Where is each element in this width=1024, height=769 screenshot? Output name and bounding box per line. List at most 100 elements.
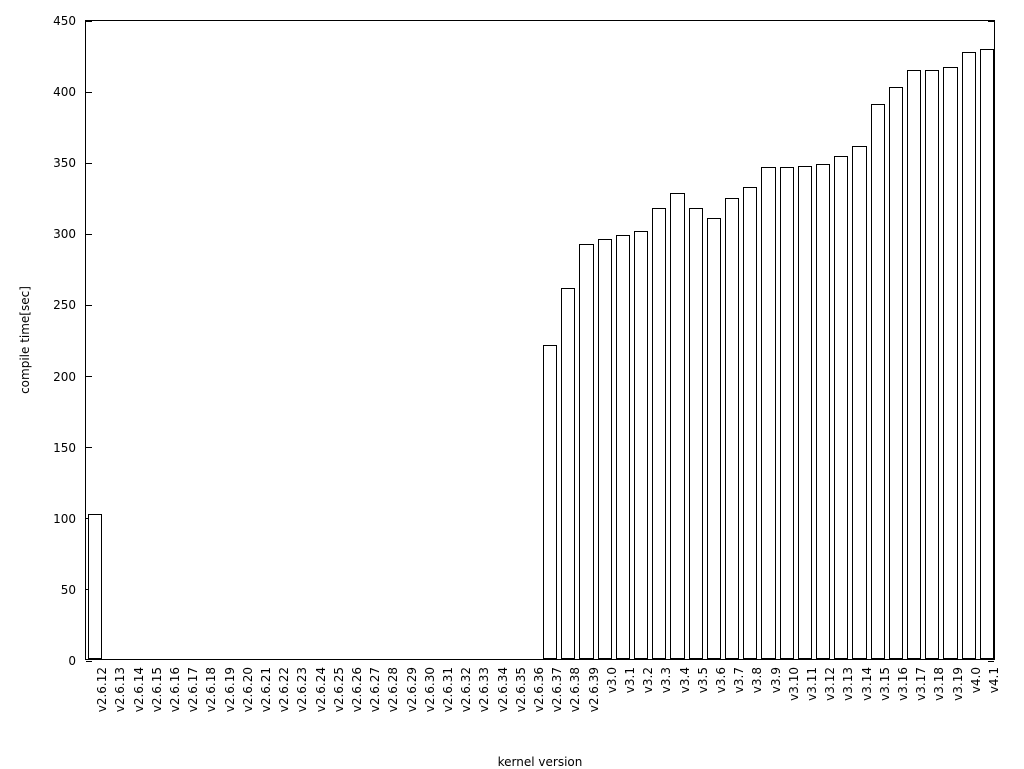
x-tick-label: v3.18 (932, 667, 946, 701)
x-tick-label: v2.6.23 (295, 667, 309, 712)
x-tick-label: v2.6.12 (95, 667, 109, 712)
x-tick-label: v2.6.29 (405, 667, 419, 712)
y-tick-label: 100 (53, 512, 86, 526)
bar (889, 87, 903, 659)
x-tick-label: v2.6.33 (477, 667, 491, 712)
y-tick-label: 150 (53, 441, 86, 455)
bar (616, 235, 630, 659)
bar (652, 208, 666, 659)
bar (561, 288, 575, 659)
x-tick-label: v3.9 (769, 667, 783, 693)
x-tick-label: v3.14 (860, 667, 874, 701)
bar (816, 164, 830, 659)
x-tick-label: v2.6.28 (386, 667, 400, 712)
y-axis-title: compile time[sec] (18, 286, 32, 394)
x-tick-label: v2.6.35 (514, 667, 528, 712)
y-tick-label: 350 (53, 156, 86, 170)
bar (852, 146, 866, 659)
x-axis-title: kernel version (498, 755, 583, 769)
x-tick-label: v2.6.34 (496, 667, 510, 712)
bar (780, 167, 794, 659)
y-tick-label: 300 (53, 227, 86, 241)
x-tick-label: v2.6.27 (368, 667, 382, 712)
x-tick-label: v3.7 (732, 667, 746, 693)
y-tick-mark (86, 376, 92, 377)
bar (798, 166, 812, 660)
y-tick-mark (86, 447, 92, 448)
bar (871, 104, 885, 659)
x-tick-label: v2.6.20 (241, 667, 255, 712)
bar (725, 198, 739, 659)
x-tick-label: v2.6.39 (587, 667, 601, 712)
x-tick-label: v2.6.30 (423, 667, 437, 712)
bar (743, 187, 757, 659)
x-tick-label: v2.6.13 (113, 667, 127, 712)
x-tick-label: v2.6.36 (532, 667, 546, 712)
x-tick-label: v3.8 (750, 667, 764, 693)
x-tick-label: v2.6.22 (277, 667, 291, 712)
figure: 0 50 100 150 200 250 300 350 400 450 v2.6.12 v2.6.1… (0, 0, 1024, 768)
bar (980, 49, 994, 659)
y-tick-mark (988, 21, 994, 22)
x-tick-label: v2.6.25 (332, 667, 346, 712)
x-tick-label: v3.4 (678, 667, 692, 693)
x-tick-label: v2.6.15 (150, 667, 164, 712)
y-tick-label: 250 (53, 298, 86, 312)
plot-area: 050100150200250300350400450v2.6.12v2.6.1… (85, 20, 995, 660)
y-tick-label: 200 (53, 370, 86, 384)
bar (543, 345, 557, 659)
x-tick-label: v3.13 (841, 667, 855, 701)
x-tick-label: v3.6 (714, 667, 728, 693)
y-tick-label: 450 (53, 14, 86, 28)
y-tick-label: 400 (53, 85, 86, 99)
x-tick-label: v3.5 (696, 667, 710, 693)
bar (943, 67, 957, 659)
y-tick-mark (86, 92, 92, 93)
y-tick-label: 0 (68, 654, 86, 668)
bar (634, 231, 648, 659)
x-tick-label: v3.16 (896, 667, 910, 701)
x-tick-label: v2.6.31 (441, 667, 455, 712)
y-tick-mark (988, 661, 994, 662)
x-tick-label: v3.17 (914, 667, 928, 701)
x-tick-label: v2.6.37 (550, 667, 564, 712)
bar (962, 52, 976, 659)
bar (707, 218, 721, 659)
x-tick-label: v3.15 (878, 667, 892, 701)
bar (598, 239, 612, 659)
x-tick-label: v2.6.26 (350, 667, 364, 712)
y-tick-mark (86, 21, 92, 22)
x-tick-label: v3.19 (951, 667, 965, 701)
bar (925, 70, 939, 659)
x-tick-label: v4.1 (987, 667, 1001, 693)
x-tick-label: v2.6.21 (259, 667, 273, 712)
x-tick-label: v3.2 (641, 667, 655, 693)
x-tick-label: v2.6.14 (132, 667, 146, 712)
x-tick-label: v3.10 (787, 667, 801, 701)
x-tick-label: v2.6.18 (204, 667, 218, 712)
bar (834, 156, 848, 659)
y-tick-mark (86, 305, 92, 306)
x-tick-label: v3.12 (823, 667, 837, 701)
bar (670, 193, 684, 659)
x-tick-label: v2.6.24 (314, 667, 328, 712)
bar (907, 70, 921, 659)
x-tick-label: v3.3 (659, 667, 673, 693)
bar (689, 208, 703, 659)
x-tick-label: v2.6.32 (459, 667, 473, 712)
x-tick-label: v3.0 (605, 667, 619, 693)
bar (88, 514, 102, 659)
x-tick-label: v2.6.16 (168, 667, 182, 712)
x-tick-label: v3.1 (623, 667, 637, 693)
x-tick-label: v2.6.17 (186, 667, 200, 712)
y-tick-mark (86, 661, 92, 662)
bar (761, 167, 775, 659)
y-tick-mark (86, 163, 92, 164)
y-tick-label: 50 (61, 583, 86, 597)
x-tick-label: v2.6.19 (223, 667, 237, 712)
x-tick-label: v4.0 (969, 667, 983, 693)
x-tick-label: v3.11 (805, 667, 819, 701)
bar (579, 244, 593, 659)
y-tick-mark (86, 234, 92, 235)
x-tick-label: v2.6.38 (568, 667, 582, 712)
